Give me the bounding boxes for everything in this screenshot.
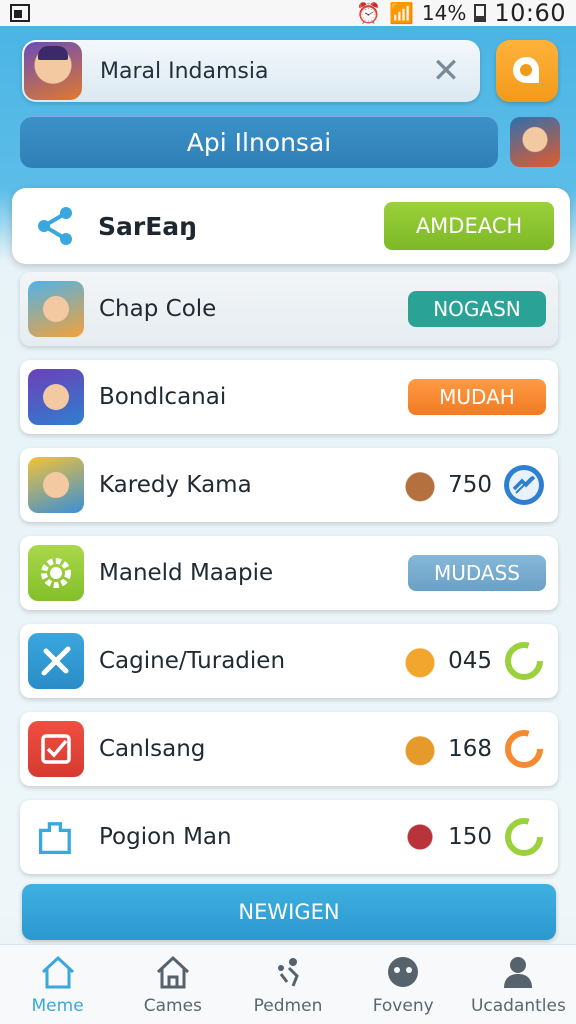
nav-item-foveny[interactable]: Foveny xyxy=(346,945,461,1024)
check-circle-icon[interactable] xyxy=(502,463,546,507)
wifi-icon: 📶 xyxy=(388,1,414,25)
list-item-label: Maneld Maapie xyxy=(99,560,274,586)
nav-item-meme[interactable]: Meme xyxy=(0,945,115,1024)
list-item[interactable]: Maneld Maapie MUDASS xyxy=(20,536,558,610)
status-bar: ⏰ 📶 14% 10:60 xyxy=(0,0,576,27)
bottom-nav: Meme Cames Pedmen Foveny Ucadantles xyxy=(0,944,576,1024)
share-icon[interactable] xyxy=(34,204,78,248)
list-item-label: Bondlcanai xyxy=(99,384,227,410)
gear-icon xyxy=(28,545,84,601)
clock: 10:60 xyxy=(494,0,566,27)
nav-label: Pedmen xyxy=(253,995,323,1016)
score-value: 168 xyxy=(448,736,492,762)
list-item[interactable]: Canlsang 168 xyxy=(20,712,558,786)
share-action-button[interactable]: AMDEACH xyxy=(384,202,554,250)
progress-ring-icon[interactable] xyxy=(502,815,546,859)
score: 150 xyxy=(402,815,546,859)
share-card: SarEaŋ AMDEACH xyxy=(12,188,570,264)
character-avatar[interactable] xyxy=(510,117,560,167)
cat-icon xyxy=(402,731,438,767)
list-item-label: Chap Cole xyxy=(99,296,217,322)
nav-item-pedmen[interactable]: Pedmen xyxy=(230,945,345,1024)
nav-item-cames[interactable]: Cames xyxy=(115,945,230,1024)
game-icon xyxy=(28,369,84,425)
progress-ring-icon[interactable] xyxy=(502,727,546,771)
list-item[interactable]: Chap Cole NOGASN xyxy=(20,272,558,346)
notification-icon xyxy=(10,4,30,22)
close-icon[interactable]: ✕ xyxy=(426,51,466,91)
list-item-label: Canlsang xyxy=(99,736,206,762)
game-icon xyxy=(28,457,84,513)
people-icon xyxy=(278,957,299,987)
nav-label: Meme xyxy=(31,995,84,1016)
profile-name: Maral Indamsia xyxy=(100,58,269,84)
score: 168 xyxy=(402,727,546,771)
drum-icon xyxy=(402,819,438,855)
newigen-button[interactable]: NEWIGEN xyxy=(22,884,556,940)
battery-icon xyxy=(474,4,487,22)
list-item-label: Karedy Kama xyxy=(99,472,252,498)
puzzle-icon xyxy=(28,809,84,865)
nav-label: Ucadantles xyxy=(470,995,566,1016)
status-badge[interactable]: MUDASS xyxy=(408,555,546,591)
nav-label: Foveny xyxy=(372,995,434,1016)
house-icon xyxy=(156,955,189,988)
search-button[interactable] xyxy=(496,40,558,102)
list-item[interactable]: Karedy Kama 750 xyxy=(20,448,558,522)
nav-label: Cames xyxy=(143,995,202,1016)
cat-icon xyxy=(402,643,438,679)
nav-item-ucadantles[interactable]: Ucadantles xyxy=(461,945,576,1024)
page-title[interactable]: Api Ilnonsai xyxy=(20,116,498,168)
bear-icon xyxy=(402,467,438,503)
game-icon xyxy=(28,281,84,337)
profile-bar[interactable]: Maral Indamsia ✕ xyxy=(22,40,480,102)
score-value: 750 xyxy=(448,472,492,498)
chat-search-icon xyxy=(513,57,539,83)
progress-ring-icon[interactable] xyxy=(502,639,546,683)
score-value: 150 xyxy=(448,824,492,850)
status-indicators: ⏰ 📶 14% 10:60 xyxy=(356,0,566,27)
list-item[interactable]: Pogion Man 150 xyxy=(20,800,558,874)
score: 045 xyxy=(402,639,546,683)
list-item[interactable]: Cagine/Turadien 045 xyxy=(20,624,558,698)
status-badge[interactable]: NOGASN xyxy=(408,291,546,327)
status-badge[interactable]: MUDAH xyxy=(408,379,546,415)
user-icon xyxy=(504,956,533,988)
list-item-label: Pogion Man xyxy=(99,824,232,850)
list-item-label: Cagine/Turadien xyxy=(99,648,286,674)
home-icon xyxy=(41,955,74,988)
list-item[interactable]: Bondlcanai MUDAH xyxy=(20,360,558,434)
score-value: 045 xyxy=(448,648,492,674)
alarm-icon: ⏰ xyxy=(356,1,381,25)
checkbox-icon xyxy=(28,721,84,777)
face-icon xyxy=(388,956,419,987)
battery-percent: 14% xyxy=(421,1,467,25)
cross-icon xyxy=(28,633,84,689)
score: 750 xyxy=(402,463,546,507)
avatar[interactable] xyxy=(24,42,82,100)
share-title: SarEaŋ xyxy=(98,211,197,241)
